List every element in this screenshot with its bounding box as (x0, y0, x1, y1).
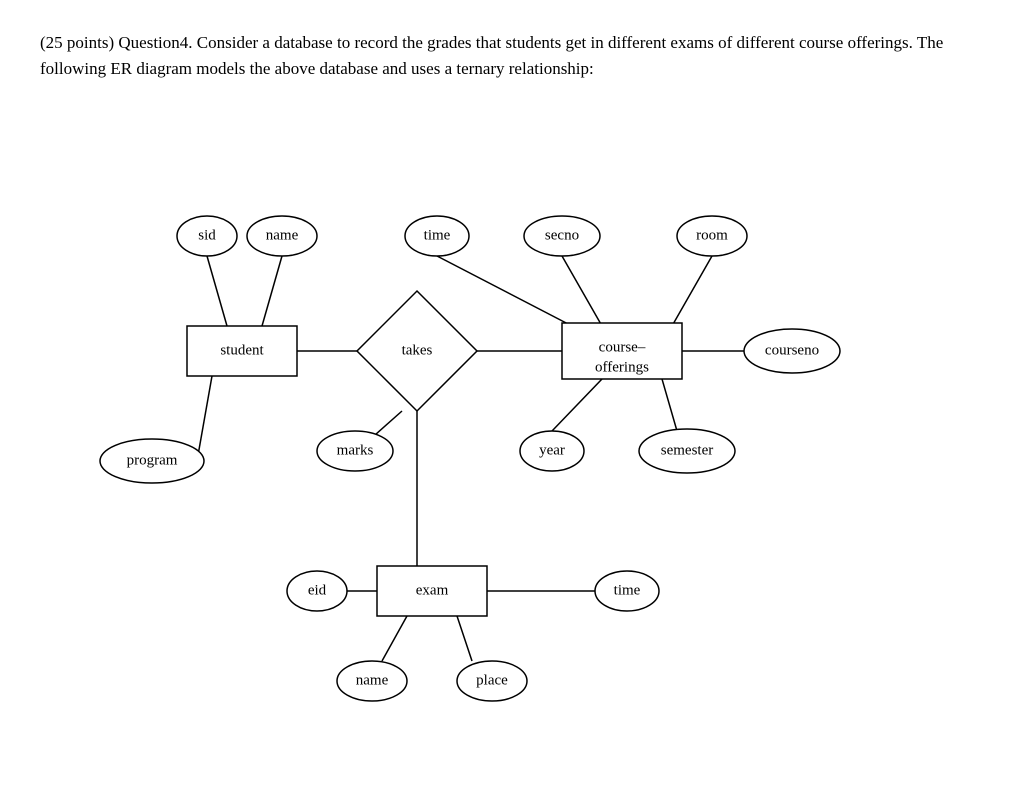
line-program-student (197, 376, 212, 461)
attribute-semester-label: semester (661, 442, 713, 458)
relationship-takes-label: takes (402, 342, 433, 358)
attribute-time-exam-label: time (614, 582, 641, 598)
line-place-exam (457, 616, 472, 661)
er-diagram: takes student course– offerings exam sid… (62, 121, 962, 671)
attribute-name-student-label: name (266, 227, 299, 243)
attribute-room-label: room (696, 227, 728, 243)
line-name-student (262, 256, 282, 326)
attribute-program-label: program (127, 452, 178, 468)
description-text: (25 points) Question4. Consider a databa… (40, 30, 984, 81)
line-time-co (437, 256, 572, 326)
line-sid-student (207, 256, 227, 326)
attribute-eid-label: eid (308, 582, 327, 598)
line-semester-co (662, 379, 677, 431)
attribute-place-label: place (476, 672, 508, 688)
er-svg: takes student course– offerings exam sid… (62, 121, 962, 671)
line-secno-co (562, 256, 602, 326)
attribute-name-exam-label: name (356, 672, 389, 688)
line-room-co (672, 256, 712, 326)
entity-student-label: student (220, 342, 264, 358)
entity-exam-label: exam (416, 582, 449, 598)
entity-co-label1: course– (599, 339, 646, 355)
attribute-marks-label: marks (337, 442, 374, 458)
line-name-exam (382, 616, 407, 661)
attribute-secno-label: secno (545, 227, 579, 243)
attribute-year-label: year (539, 442, 565, 458)
attribute-time-co-label: time (424, 227, 451, 243)
line-year-co (552, 379, 602, 431)
entity-co-label2: offerings (595, 359, 649, 375)
attribute-sid-label: sid (198, 227, 216, 243)
attribute-courseno-label: courseno (765, 342, 819, 358)
page: (25 points) Question4. Consider a databa… (0, 0, 1024, 701)
